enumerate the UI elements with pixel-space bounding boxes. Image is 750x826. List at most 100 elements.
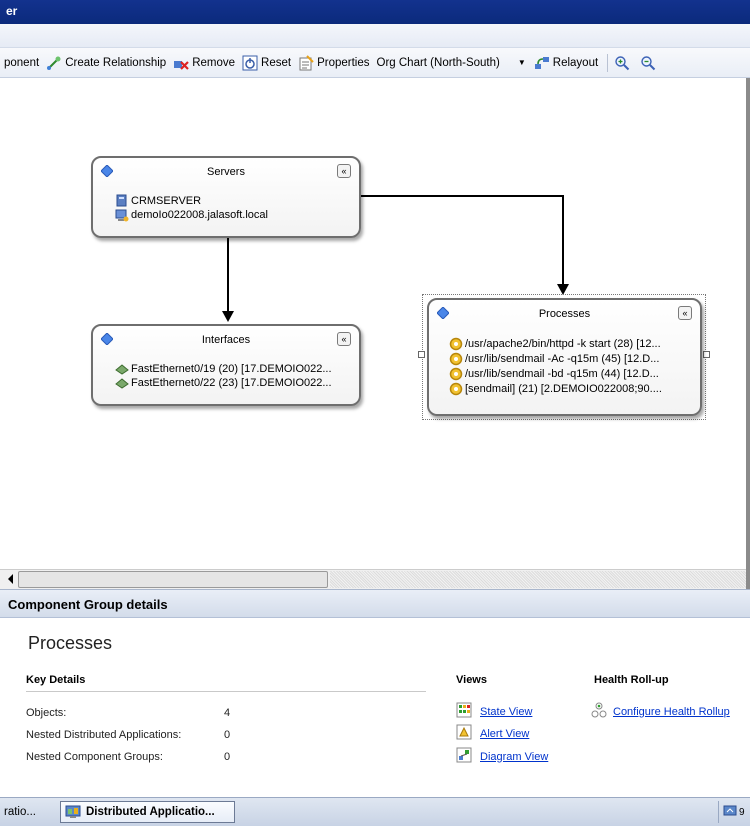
scrollbar-track[interactable] — [330, 571, 746, 588]
window-title: er — [6, 4, 18, 18]
key-detail-value: 0 — [224, 729, 231, 741]
collapse-icon[interactable]: « — [337, 164, 351, 178]
interfaces-node[interactable]: Interfaces « FastEthernet0/19 (20) [17.D… — [91, 324, 361, 406]
collapse-icon[interactable]: « — [337, 332, 351, 346]
health-rollup-heading: Health Roll-up — [594, 674, 669, 686]
process-gear-icon — [449, 352, 463, 366]
divider — [26, 691, 426, 692]
properties-label: Properties — [317, 56, 370, 69]
key-details-heading: Key Details — [26, 674, 86, 686]
app-icon — [65, 804, 81, 820]
configure-health-rollup-link[interactable]: Configure Health Rollup — [591, 702, 730, 721]
remove-icon — [173, 55, 189, 71]
add-component-button[interactable]: ponent — [4, 57, 39, 69]
resize-handle[interactable] — [418, 351, 425, 358]
computer-icon — [115, 208, 129, 222]
processes-node-title: Processes — [538, 308, 591, 320]
alert-view-link[interactable]: Alert View — [456, 724, 529, 743]
toolbar-separator — [607, 53, 609, 72]
interfaces-node-title: Interfaces — [201, 334, 251, 346]
menu-bar — [0, 24, 750, 48]
key-detail-label: Nested Component Groups: — [26, 751, 163, 763]
arrowhead — [222, 311, 234, 322]
key-detail-value: 4 — [224, 707, 231, 719]
add-component-label: ponent — [4, 56, 40, 69]
taskbar-button[interactable]: ratio... — [0, 801, 56, 823]
member-label: /usr/lib/sendmail -bd -q15m (44) [12.D..… — [465, 368, 659, 380]
system-tray[interactable]: 9 — [718, 801, 750, 823]
horizontal-scrollbar[interactable] — [0, 569, 746, 589]
tray-text: 9 — [739, 806, 745, 818]
view-link-label[interactable]: Alert View — [480, 728, 529, 740]
key-detail-value: 0 — [224, 751, 231, 763]
scrollbar-thumb[interactable] — [18, 571, 328, 588]
taskbar-button-label: ratio... — [4, 806, 36, 818]
node-member-row[interactable]: [sendmail] (21) [2.DEMOIO022008;90.... — [449, 382, 662, 396]
reset-icon — [242, 55, 258, 71]
server-icon — [115, 194, 129, 208]
taskbar: ratio... Distributed Applicatio... 9 — [0, 797, 750, 826]
view-link-label[interactable]: State View — [480, 706, 532, 718]
node-member-row[interactable]: /usr/lib/sendmail -Ac -q15m (45) [12.D..… — [449, 352, 659, 366]
health-rollup-link-label[interactable]: Configure Health Rollup — [613, 706, 730, 718]
scroll-left-arrow-icon[interactable] — [8, 574, 13, 584]
properties-button[interactable]: Properties — [298, 54, 370, 71]
zoom-in-button[interactable] — [614, 55, 633, 71]
node-member-row[interactable]: /usr/apache2/bin/httpd -k start (28) [12… — [449, 337, 661, 351]
process-gear-icon — [449, 382, 463, 396]
details-pane-header: Component Group details — [0, 590, 750, 618]
state-view-link[interactable]: State View — [456, 702, 532, 721]
taskbar-button-active[interactable]: Distributed Applicatio... — [60, 801, 235, 823]
details-title: Processes — [28, 633, 113, 653]
member-label: /usr/apache2/bin/httpd -k start (28) [12… — [465, 338, 661, 350]
member-label: FastEthernet0/22 (23) [17.DEMOIO022... — [131, 377, 332, 389]
zoom-in-icon — [614, 55, 630, 71]
reset-button[interactable]: Reset — [242, 55, 291, 71]
alert-view-icon — [456, 724, 472, 743]
diagram-view-link[interactable]: Diagram View — [456, 747, 548, 766]
zoom-out-icon — [640, 55, 656, 71]
key-detail-label: Nested Distributed Applications: — [26, 729, 182, 741]
connector-servers-processes[interactable] — [361, 195, 564, 286]
collapse-icon[interactable]: « — [678, 306, 692, 320]
relayout-button[interactable]: Relayout — [534, 55, 598, 71]
node-member-row[interactable]: /usr/lib/sendmail -bd -q15m (44) [12.D..… — [449, 367, 659, 381]
reset-label: Reset — [261, 56, 292, 69]
remove-label: Remove — [192, 56, 236, 69]
member-label: [sendmail] (21) [2.DEMOIO022008;90.... — [465, 383, 662, 395]
state-view-icon — [456, 702, 472, 721]
details-pane: Component Group details Processes Key De… — [0, 589, 750, 797]
node-member-row[interactable]: CRMSERVER — [115, 194, 201, 208]
window-title-bar: er — [0, 0, 750, 24]
network-interface-icon — [115, 376, 129, 390]
node-member-row[interactable]: demoIo022008.jalasoft.local — [115, 208, 268, 222]
member-label: demoIo022008.jalasoft.local — [131, 209, 268, 221]
process-gear-icon — [449, 337, 463, 351]
views-heading: Views — [456, 674, 487, 686]
create-relationship-button[interactable]: Create Relationship — [46, 55, 166, 71]
taskbar-button-label: Distributed Applicatio... — [86, 806, 215, 818]
properties-icon — [298, 54, 314, 71]
layout-dropdown-value: Org Chart (North-South) — [376, 56, 500, 69]
tray-icon — [723, 804, 737, 821]
view-link-label[interactable]: Diagram View — [480, 751, 548, 763]
resize-handle[interactable] — [703, 351, 710, 358]
create-relationship-label: Create Relationship — [65, 56, 167, 69]
relayout-label: Relayout — [552, 56, 599, 69]
health-rollup-icon — [591, 702, 607, 721]
relayout-icon — [534, 55, 550, 71]
diagram-view-icon — [456, 747, 472, 766]
zoom-out-button[interactable] — [640, 55, 659, 71]
servers-node[interactable]: Servers « CRMSERVER demoIo022008.jalasof… — [91, 156, 361, 238]
process-gear-icon — [449, 367, 463, 381]
remove-button[interactable]: Remove — [173, 55, 235, 71]
layout-dropdown[interactable]: Org Chart (North-South) ▼ — [377, 57, 526, 69]
diagram-toolbar: ponent Create Relationship Remove Reset … — [0, 48, 750, 78]
member-label: FastEthernet0/19 (20) [17.DEMOIO022... — [131, 363, 332, 375]
relationship-icon — [46, 55, 62, 71]
node-member-row[interactable]: FastEthernet0/22 (23) [17.DEMOIO022... — [115, 376, 332, 390]
network-interface-icon — [115, 362, 129, 376]
node-member-row[interactable]: FastEthernet0/19 (20) [17.DEMOIO022... — [115, 362, 332, 376]
processes-node[interactable]: Processes « /usr/apache2/bin/httpd -k st… — [427, 298, 702, 416]
servers-node-title: Servers — [207, 166, 245, 178]
